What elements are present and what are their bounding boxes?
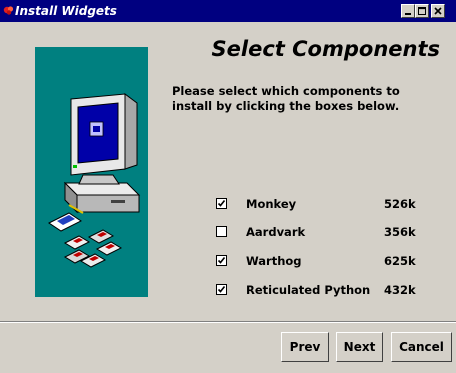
component-name: Warthog	[246, 254, 302, 268]
component-row-aardvark[interactable]: Aardvark 356k	[216, 225, 438, 241]
close-button[interactable]	[431, 4, 445, 18]
footer-separator	[0, 321, 456, 323]
prev-button[interactable]: Prev	[281, 332, 329, 362]
minimize-icon	[405, 13, 411, 15]
component-size: 356k	[384, 225, 416, 239]
cancel-button[interactable]: Cancel	[391, 332, 452, 362]
computer-illustration	[48, 93, 141, 268]
component-name: Monkey	[246, 197, 297, 211]
component-checkbox[interactable]	[216, 284, 227, 295]
side-panel	[35, 47, 148, 297]
page-heading: Select Components	[211, 37, 440, 61]
instructions-text: Please select which components to instal…	[172, 84, 400, 113]
window-title: Install Widgets	[15, 4, 117, 18]
installer-window: Install Widgets Select Components Please…	[0, 0, 456, 373]
component-row-warthog[interactable]: Warthog 625k	[216, 254, 438, 270]
component-row-reticulated-python[interactable]: Reticulated Python 432k	[216, 283, 438, 299]
component-name: Reticulated Python	[246, 283, 371, 297]
component-size: 625k	[384, 254, 416, 268]
component-name: Aardvark	[246, 225, 306, 239]
component-row-monkey[interactable]: Monkey 526k	[216, 197, 438, 213]
component-size: 432k	[384, 283, 416, 297]
component-checkbox[interactable]	[216, 226, 227, 237]
component-checkbox[interactable]	[216, 198, 227, 209]
checkmark-icon	[217, 257, 226, 264]
component-size: 526k	[384, 197, 416, 211]
app-icon	[3, 6, 14, 15]
close-icon	[434, 7, 442, 15]
maximize-button[interactable]	[415, 4, 429, 18]
minimize-button[interactable]	[401, 4, 415, 18]
title-bar[interactable]: Install Widgets	[0, 0, 456, 22]
checkmark-icon	[217, 200, 226, 207]
next-button[interactable]: Next	[336, 332, 383, 362]
component-checkbox[interactable]	[216, 255, 227, 266]
maximize-icon	[418, 7, 426, 15]
checkmark-icon	[217, 286, 226, 293]
